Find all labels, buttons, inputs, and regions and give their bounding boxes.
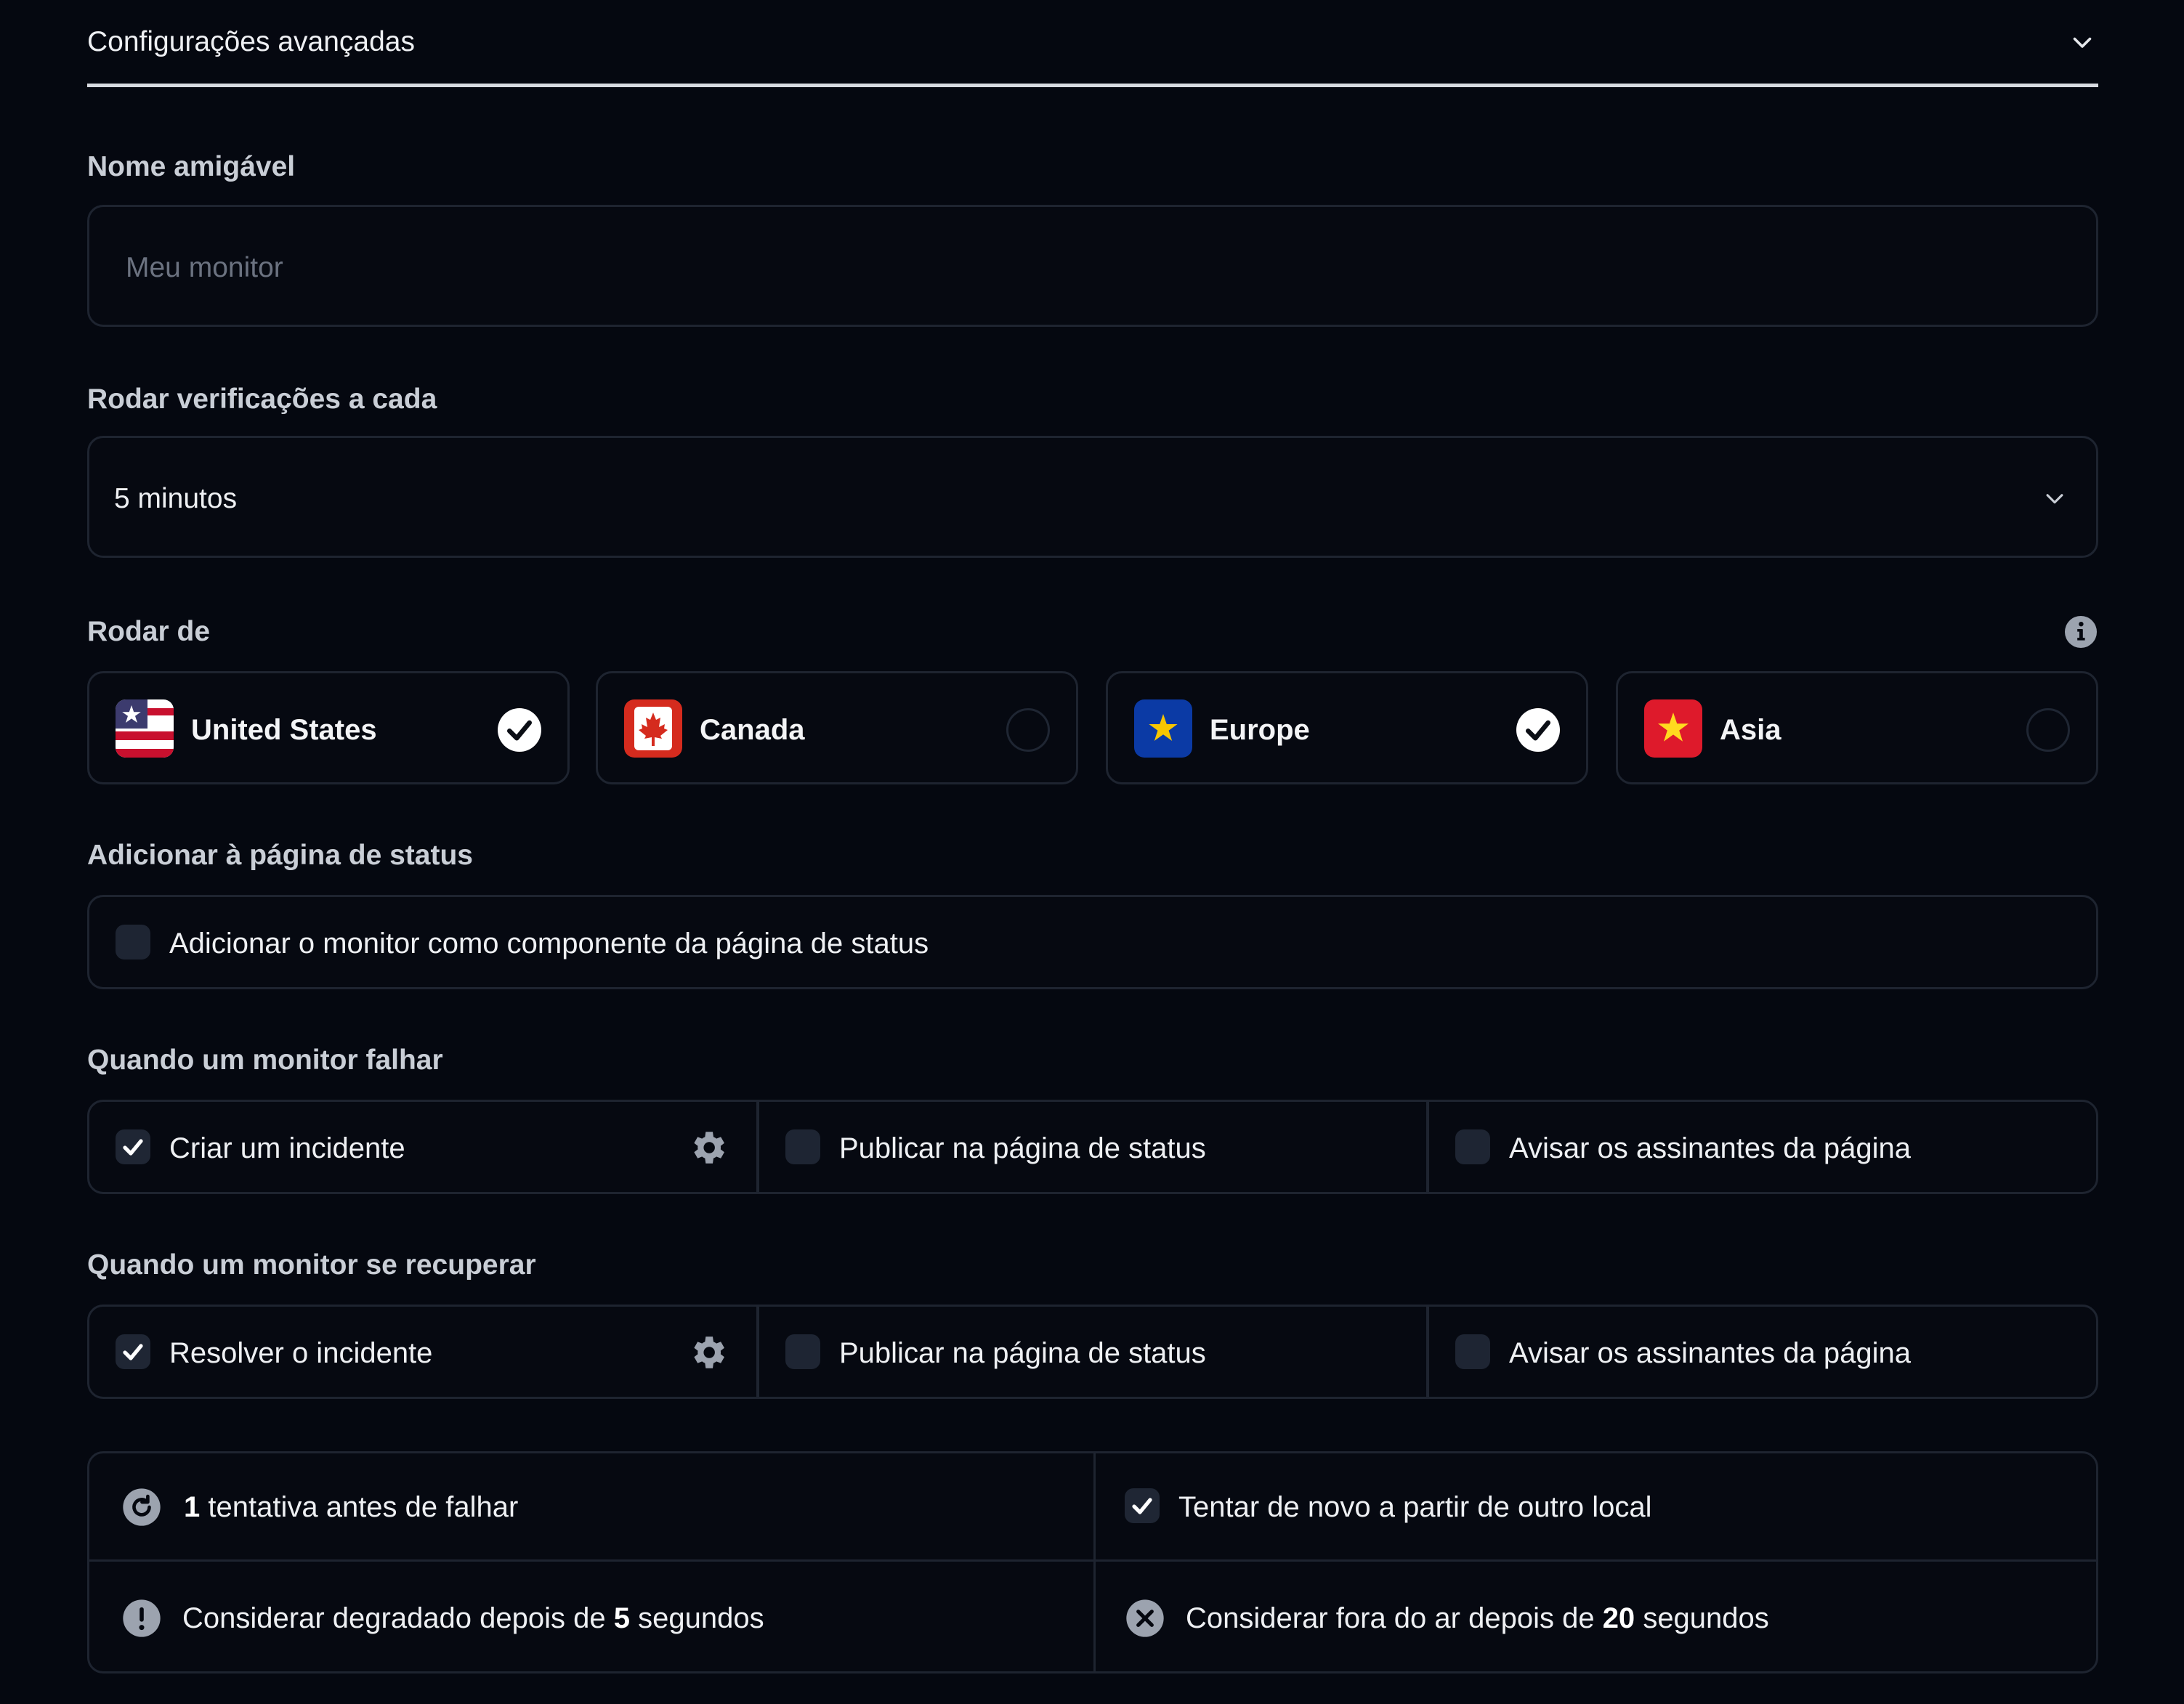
- checkbox-unchecked[interactable]: [1455, 1334, 1490, 1369]
- friendly-name-label: Nome amigável: [87, 151, 296, 182]
- region-card-europe[interactable]: Europe: [1106, 671, 1588, 784]
- option-text: Criar um incidente: [169, 1132, 405, 1164]
- status-page-option[interactable]: Adicionar o monitor como componente da p…: [87, 895, 2098, 989]
- alert-icon: [123, 1599, 161, 1637]
- region-card-asia[interactable]: Asia: [1616, 671, 2098, 784]
- retry-count: 1: [184, 1491, 201, 1523]
- gear-icon[interactable]: [687, 1127, 729, 1169]
- status-page-option-text: Adicionar o monitor como componente da p…: [169, 928, 929, 959]
- on-recover-options: Resolver o incidente Publicar na página …: [87, 1305, 2098, 1399]
- region-card-united-states[interactable]: United States: [87, 671, 570, 784]
- notify-subscribers-option[interactable]: Avisar os assinantes da página: [1427, 1305, 2098, 1399]
- check-settings-panel: 1 tentativa antes de falhar Tentar de no…: [87, 1451, 2098, 1673]
- advanced-settings-accordion[interactable]: Configurações avançadas: [87, 0, 2098, 87]
- down-threshold-setting[interactable]: Considerar fora do ar depois de 20 segun…: [1096, 1562, 2098, 1673]
- x-circle-icon: [1126, 1599, 1164, 1637]
- checkbox-unchecked[interactable]: [785, 1129, 820, 1164]
- status-page-label: Adicionar à página de status: [87, 840, 473, 871]
- check-icon: [507, 720, 532, 741]
- region-name: Asia: [1720, 714, 1781, 746]
- down-suffix: segundos: [1643, 1602, 1769, 1634]
- asia-flag-icon: [1644, 699, 1702, 758]
- option-text: Publicar na página de status: [839, 1132, 1206, 1164]
- chevron-down-icon: [2046, 494, 2063, 504]
- on-fail-options: Criar um incidente Publicar na página de…: [87, 1100, 2098, 1194]
- checkbox-checked[interactable]: [1125, 1488, 1160, 1523]
- friendly-name-input[interactable]: Meu monitor: [87, 205, 2098, 327]
- interval-label: Rodar verificações a cada: [87, 384, 437, 415]
- on-fail-label: Quando um monitor falhar: [87, 1044, 443, 1076]
- region-name: Canada: [700, 714, 805, 746]
- option-text: Avisar os assinantes da página: [1509, 1132, 1911, 1164]
- gear-icon[interactable]: [687, 1331, 729, 1374]
- retry-other-location-setting[interactable]: Tentar de novo a partir de outro local: [1096, 1453, 2098, 1559]
- check-icon: [1526, 720, 1550, 741]
- friendly-name-placeholder: Meu monitor: [126, 252, 283, 283]
- region-checkbox-checked[interactable]: [1516, 708, 1560, 752]
- check-icon: [123, 1344, 143, 1360]
- info-icon[interactable]: [2063, 614, 2098, 649]
- on-recover-label: Quando um monitor se recuperar: [87, 1249, 536, 1281]
- retries-setting[interactable]: 1 tentativa antes de falhar: [89, 1453, 1093, 1559]
- checkbox-checked[interactable]: [116, 1334, 150, 1369]
- retry-icon: [123, 1488, 161, 1526]
- checkbox-unchecked[interactable]: [785, 1334, 820, 1369]
- degraded-suffix: segundos: [638, 1602, 764, 1634]
- interval-select[interactable]: 5 minutos: [87, 436, 2098, 558]
- retry-text: tentativa antes de falhar: [208, 1491, 519, 1523]
- interval-value: 5 minutos: [114, 483, 238, 514]
- down-value: 20: [1602, 1602, 1635, 1634]
- check-icon: [123, 1139, 143, 1156]
- chevron-down-icon: [2073, 37, 2092, 48]
- region-checkbox-unchecked[interactable]: [1006, 708, 1050, 752]
- resolve-incident-option[interactable]: Resolver o incidente: [87, 1305, 759, 1399]
- check-icon: [1132, 1498, 1152, 1514]
- region-checkbox-unchecked[interactable]: [2026, 708, 2070, 752]
- option-text: Resolver o incidente: [169, 1337, 433, 1369]
- region-name: United States: [191, 714, 377, 746]
- down-prefix: Considerar fora do ar depois de: [1186, 1602, 1595, 1634]
- create-incident-option[interactable]: Criar um incidente: [87, 1100, 759, 1194]
- degraded-threshold-setting[interactable]: Considerar degradado depois de 5 segundo…: [89, 1562, 1093, 1673]
- region-card-canada[interactable]: Canada: [596, 671, 1078, 784]
- publish-status-page-option[interactable]: Publicar na página de status: [757, 1305, 1428, 1399]
- region-name: Europe: [1210, 714, 1310, 746]
- notify-subscribers-option[interactable]: Avisar os assinantes da página: [1427, 1100, 2098, 1194]
- canada-flag-icon: [624, 699, 682, 758]
- checkbox-checked[interactable]: [116, 1129, 150, 1164]
- us-flag-icon: [116, 699, 174, 758]
- option-text: Avisar os assinantes da página: [1509, 1337, 1911, 1369]
- degraded-prefix: Considerar degradado depois de: [182, 1602, 606, 1634]
- publish-status-page-option[interactable]: Publicar na página de status: [757, 1100, 1428, 1194]
- regions-label: Rodar de: [87, 616, 211, 647]
- degraded-value: 5: [613, 1602, 631, 1634]
- status-page-checkbox[interactable]: [116, 925, 150, 959]
- checkbox-unchecked[interactable]: [1455, 1129, 1490, 1164]
- option-text: Publicar na página de status: [839, 1337, 1206, 1369]
- region-checkbox-checked[interactable]: [498, 708, 541, 752]
- eu-flag-icon: [1134, 699, 1192, 758]
- accordion-title: Configurações avançadas: [87, 26, 415, 57]
- retry-other-location-text: Tentar de novo a partir de outro local: [1178, 1491, 1652, 1523]
